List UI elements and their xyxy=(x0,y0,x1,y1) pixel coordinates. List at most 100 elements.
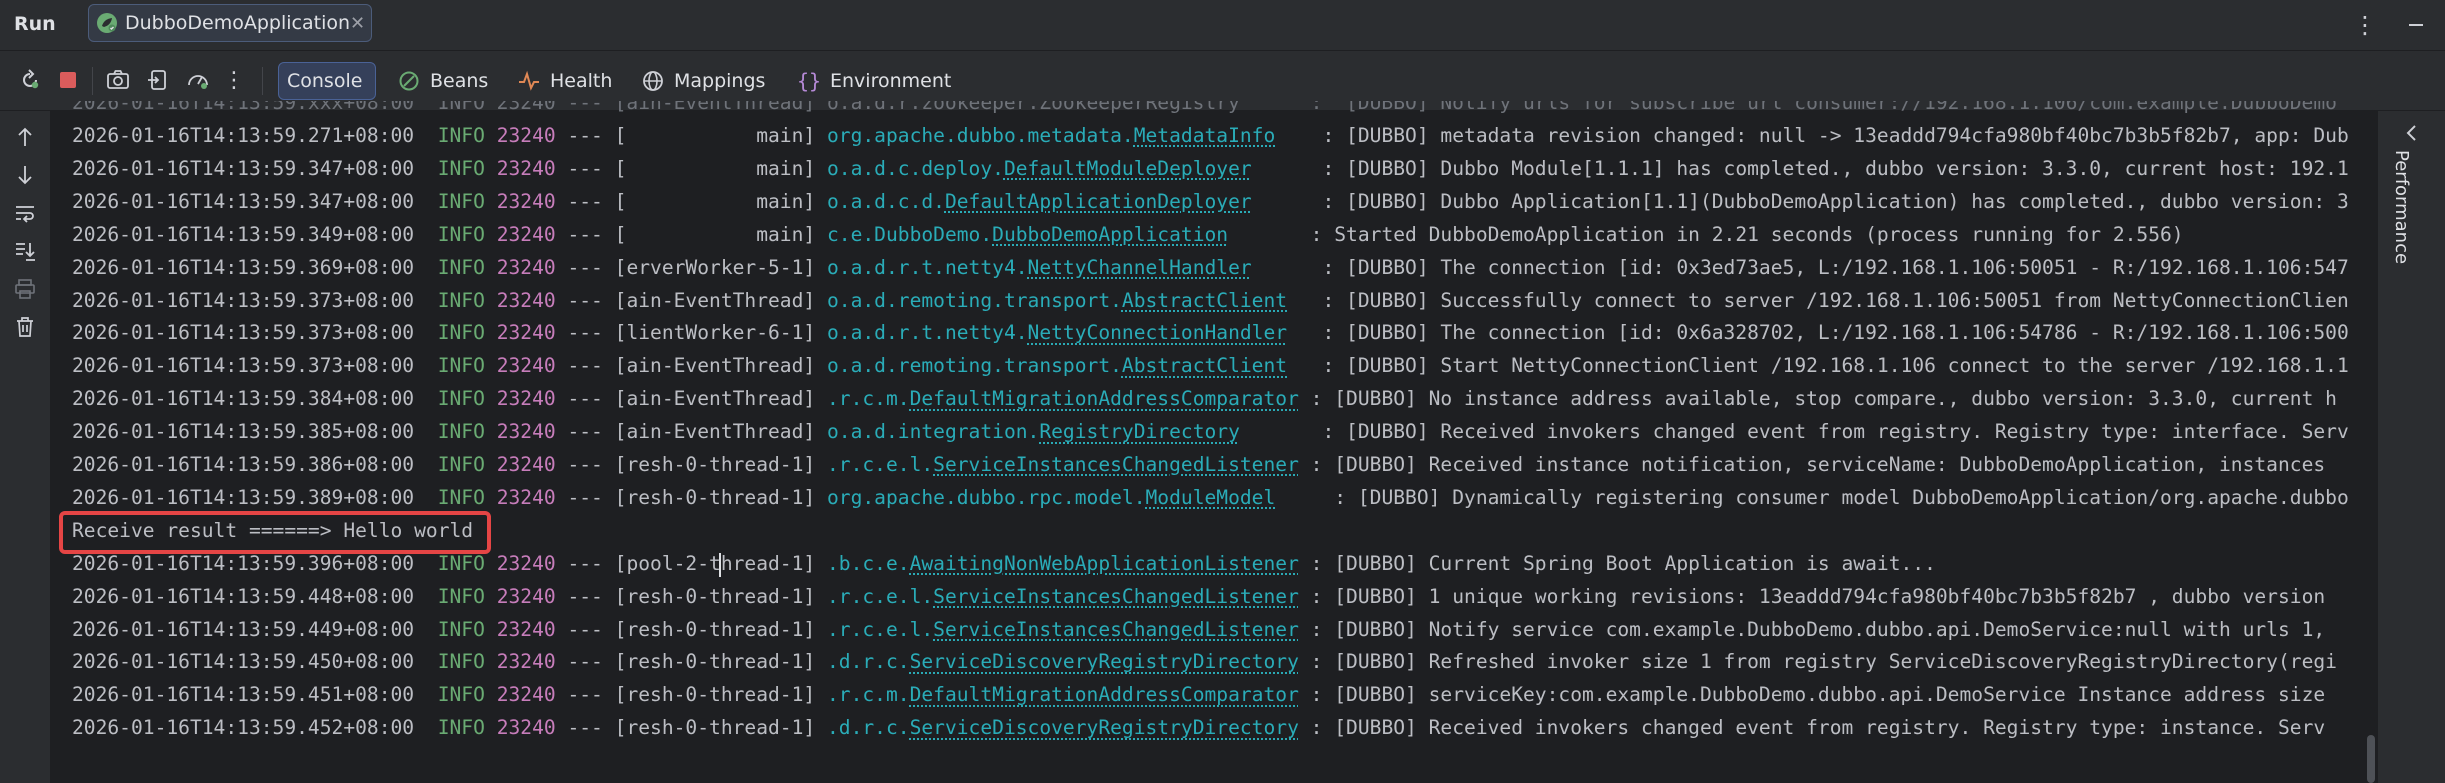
console-gutter xyxy=(0,111,51,783)
log-line: 2026-01-16T14:13:59.451+08:00 INFO 23240… xyxy=(72,678,2325,711)
more-actions-icon[interactable]: ⋮ xyxy=(218,64,250,96)
log-level: INFO xyxy=(437,321,485,345)
log-message: : [DUBBO] Received invokers changed even… xyxy=(1310,716,2326,740)
log-timestamp: 2026-01-16T14:13:59.349+08:00 xyxy=(72,222,415,246)
log-logger[interactable]: o.a.d.c.d.DefaultApplicationDeployer xyxy=(827,190,1252,213)
stop-icon[interactable] xyxy=(52,64,84,96)
logger-class-link[interactable]: DefaultModuleDeployer xyxy=(1004,157,1252,180)
log-line: 2026-01-16T14:13:59.369+08:00 INFO 23240… xyxy=(72,251,2349,284)
log-thread: [ main] xyxy=(614,156,816,180)
camera-icon[interactable] xyxy=(102,64,134,96)
log-logger[interactable]: .d.r.c.ServiceDiscoveryRegistryDirectory xyxy=(827,650,1299,673)
log-level: INFO xyxy=(437,189,485,213)
log-logger[interactable]: org.apache.dubbo.metadata.MetadataInfo xyxy=(827,124,1275,147)
logger-class-link[interactable]: AbstractClient xyxy=(1122,289,1287,312)
log-logger[interactable]: o.a.d.c.deploy.DefaultModuleDeployer xyxy=(827,157,1252,180)
gauge-icon[interactable] xyxy=(182,64,214,96)
log-message: : [DUBBO] The connection [id: 0x6a328702… xyxy=(1322,321,2349,345)
performance-panel-label[interactable]: Performance xyxy=(2391,150,2412,264)
restore-layout-icon[interactable] xyxy=(142,64,174,96)
logger-class-link[interactable]: DefaultMigrationAddressComparator xyxy=(910,683,1299,706)
tab-beans-label: Beans xyxy=(430,70,489,92)
log-thread: [ain-EventThread] xyxy=(614,387,816,411)
minimize-icon[interactable] xyxy=(2398,0,2434,50)
tab-environment-label: Environment xyxy=(830,70,952,92)
run-config-tab[interactable]: DubboDemoApplication ✕ xyxy=(88,4,372,42)
log-logger[interactable]: o.a.d.integration.RegistryDirectory xyxy=(827,420,1240,443)
log-logger[interactable]: org.apache.dubbo.rpc.model.ModuleModel xyxy=(827,486,1275,509)
log-line-partial: 2026-01-16T14:13:59.xxx+08:00 INFO 23240… xyxy=(72,101,2337,114)
console-scrollbar[interactable] xyxy=(2367,735,2375,783)
log-timestamp: 2026-01-16T14:13:59.385+08:00 xyxy=(72,420,415,444)
log-separator: --- xyxy=(567,551,603,575)
logger-class-link[interactable]: NettyChannelHandler xyxy=(1028,256,1252,279)
logger-class-link[interactable]: MetadataInfo xyxy=(1134,124,1276,147)
run-label: Run xyxy=(14,13,56,35)
log-thread: [erverWorker-5-1] xyxy=(614,255,816,279)
log-message: : [DUBBO] Received invokers changed even… xyxy=(1322,420,2349,444)
log-separator: --- xyxy=(567,288,603,312)
tab-environment[interactable]: {} Environment xyxy=(788,62,961,100)
logger-class-link[interactable]: NettyConnectionHandler xyxy=(1028,321,1288,344)
log-pid: 23240 xyxy=(496,222,556,246)
log-timestamp: 2026-01-16T14:13:59.448+08:00 xyxy=(72,584,415,608)
tab-mappings[interactable]: Mappings xyxy=(632,62,775,100)
rerun-icon[interactable] xyxy=(14,64,46,96)
log-message: : Started DubboDemoApplication in 2.21 s… xyxy=(1310,222,2184,246)
logger-class-link[interactable]: ServiceInstancesChangedListener xyxy=(933,585,1299,608)
log-line: 2026-01-16T14:13:59.373+08:00 INFO 23240… xyxy=(72,316,2349,349)
more-options-icon[interactable]: ⋮ xyxy=(2347,0,2383,50)
text-caret xyxy=(719,553,721,577)
log-thread: [pool-2-thread-1] xyxy=(614,551,816,575)
log-logger[interactable]: .b.c.e.AwaitingNonWebApplicationListener xyxy=(827,552,1299,575)
logger-class-link[interactable]: AbstractClient xyxy=(1122,354,1287,377)
log-logger[interactable]: o.a.d.remoting.transport.AbstractClient xyxy=(827,354,1287,377)
log-separator: --- xyxy=(567,420,603,444)
logger-class-link[interactable]: ServiceInstancesChangedListener xyxy=(933,618,1299,641)
log-logger[interactable]: o.a.d.r.t.netty4.NettyChannelHandler xyxy=(827,256,1252,279)
arrow-down-icon[interactable] xyxy=(9,159,41,191)
log-line: 2026-01-16T14:13:59.448+08:00 INFO 23240… xyxy=(72,580,2325,613)
log-logger[interactable]: .r.c.e.l.ServiceInstancesChangedListener xyxy=(827,585,1299,608)
logger-class-link[interactable]: AwaitingNonWebApplicationListener xyxy=(910,552,1299,575)
logger-class-link[interactable]: ServiceDiscoveryRegistryDirectory xyxy=(910,716,1299,739)
scroll-to-end-icon[interactable] xyxy=(9,235,41,267)
log-level: INFO xyxy=(437,420,485,444)
logger-class-link[interactable]: DubboDemoApplication xyxy=(992,223,1228,246)
trash-icon[interactable] xyxy=(9,311,41,343)
log-timestamp: 2026-01-16T14:13:59.450+08:00 xyxy=(72,650,415,674)
arrow-up-icon[interactable] xyxy=(9,121,41,153)
log-logger[interactable]: o.a.d.r.t.netty4.NettyConnectionHandler xyxy=(827,321,1287,344)
chevron-left-icon[interactable] xyxy=(2398,119,2426,147)
tab-beans[interactable]: Beans xyxy=(388,62,498,100)
log-message: : [DUBBO] Dynamically registering consum… xyxy=(1334,485,2349,509)
logger-class-link[interactable]: ServiceDiscoveryRegistryDirectory xyxy=(910,650,1299,673)
log-logger[interactable]: .r.c.m.DefaultMigrationAddressComparator xyxy=(827,387,1299,410)
log-pid: 23240 xyxy=(496,156,556,180)
log-pid: 23240 xyxy=(496,485,556,509)
logger-class-link[interactable]: ServiceInstancesChangedListener xyxy=(933,453,1299,476)
tab-health[interactable]: Health xyxy=(508,62,622,100)
logger-class-link[interactable]: DefaultMigrationAddressComparator xyxy=(910,387,1299,410)
log-thread: [resh-0-thread-1] xyxy=(614,453,816,476)
log-message: : [DUBBO] Received instance notification… xyxy=(1310,453,2326,476)
log-logger[interactable]: .r.c.m.DefaultMigrationAddressComparator xyxy=(827,683,1299,706)
console-output[interactable]: 2026-01-16T14:13:59.xxx+08:00 INFO 23240… xyxy=(55,101,2377,783)
log-timestamp: 2026-01-16T14:13:59.347+08:00 xyxy=(72,189,415,213)
logger-class-link[interactable]: DefaultApplicationDeployer xyxy=(945,190,1252,213)
log-logger[interactable]: o.a.d.remoting.transport.AbstractClient xyxy=(827,289,1287,312)
log-timestamp: 2026-01-16T14:13:59.373+08:00 xyxy=(72,321,415,345)
log-logger[interactable]: .r.c.e.l.ServiceInstancesChangedListener xyxy=(827,453,1299,476)
log-logger[interactable]: .r.c.e.l.ServiceInstancesChangedListener xyxy=(827,618,1299,641)
log-pid: 23240 xyxy=(496,354,556,378)
log-timestamp: 2026-01-16T14:13:59.396+08:00 xyxy=(72,551,415,575)
log-separator: --- xyxy=(567,617,603,641)
log-pid: 23240 xyxy=(496,650,556,674)
soft-wrap-icon[interactable] xyxy=(9,197,41,229)
log-logger[interactable]: c.e.DubboDemo.DubboDemoApplication xyxy=(827,223,1228,246)
logger-class-link[interactable]: ModuleModel xyxy=(1146,486,1276,509)
tab-console[interactable]: Console xyxy=(278,62,376,100)
logger-class-link[interactable]: RegistryDirectory xyxy=(1039,420,1240,443)
close-icon[interactable]: ✕ xyxy=(350,13,365,34)
log-logger[interactable]: .d.r.c.ServiceDiscoveryRegistryDirectory xyxy=(827,716,1299,739)
